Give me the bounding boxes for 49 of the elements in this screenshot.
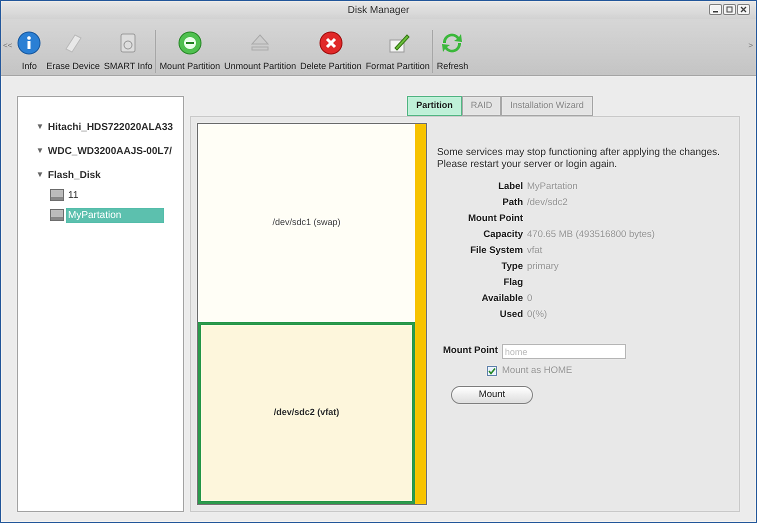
plug-icon — [176, 30, 203, 56]
minimize-button[interactable] — [709, 4, 722, 15]
detail-value: vfat — [527, 244, 544, 258]
tab[interactable]: Partition — [407, 96, 462, 116]
expander-toggle[interactable]: ▼ — [36, 169, 44, 181]
detail-value: 0(%) — [527, 308, 548, 322]
toolbar-button[interactable]: SMART Info — [102, 30, 156, 73]
close-button[interactable] — [737, 4, 750, 15]
mount-point-field[interactable]: home — [502, 344, 626, 359]
tree-item[interactable]: Hitachi_HDS722020ALA33 — [46, 120, 175, 134]
checkbox[interactable] — [487, 366, 497, 376]
detail-label: Type — [500, 260, 523, 274]
toolbar-button[interactable]: Format Partition — [364, 30, 433, 73]
detail-label: Mount Point — [467, 212, 523, 226]
window-title: Disk Manager — [348, 4, 410, 18]
tree-item[interactable]: 11 — [66, 188, 80, 202]
toolbar-button[interactable]: Delete Partition — [298, 30, 364, 73]
detail-label: Available — [480, 292, 523, 306]
detail-label: Label — [497, 180, 523, 194]
detail-label: Capacity — [482, 228, 523, 242]
maximize-button[interactable] — [723, 4, 736, 15]
expander-toggle[interactable]: ▼ — [36, 121, 44, 133]
warning-text: Some services may stop functioning after applying the changes. Please restart your server or login again. — [437, 147, 721, 171]
mount-button[interactable]: Mount — [451, 386, 533, 404]
detail-value: 470.65 MB (493516800 bytes) — [527, 228, 656, 242]
toolbar-button[interactable]: Info — [14, 30, 44, 73]
toolbar-button[interactable]: Refresh — [434, 30, 470, 73]
partition-block[interactable]: /dev/sdc2 (vfat) — [198, 322, 415, 504]
toolbar-button[interactable]: Unmount Partition — [222, 30, 298, 73]
checkbox-label: Mount as HOME — [502, 364, 572, 378]
detail-label: Flag — [502, 276, 523, 290]
toolbar-button[interactable]: Erase Device — [44, 30, 102, 73]
detail-label: Used — [498, 308, 523, 322]
field-label: Mount Point — [443, 344, 498, 358]
detail-value: 0 — [527, 292, 534, 306]
tree-item[interactable]: Flash_Disk — [46, 168, 103, 182]
detail-label: Path — [501, 196, 523, 210]
detail-value: /dev/sdc2 — [527, 196, 569, 210]
maximize-icon — [726, 6, 733, 13]
delete-icon — [318, 30, 344, 56]
info-icon — [16, 30, 42, 56]
close-icon — [740, 6, 747, 13]
toolbar-button[interactable]: Mount Partition — [158, 30, 222, 73]
detail-value: primary — [527, 260, 560, 274]
expander-toggle[interactable]: ▼ — [36, 145, 44, 157]
detail-label: File System — [469, 244, 523, 258]
tree-item[interactable]: WDC_WD3200AAJS-00L7/ — [46, 144, 174, 158]
check-icon — [488, 367, 496, 376]
detail-value: MyPartation — [527, 180, 579, 194]
